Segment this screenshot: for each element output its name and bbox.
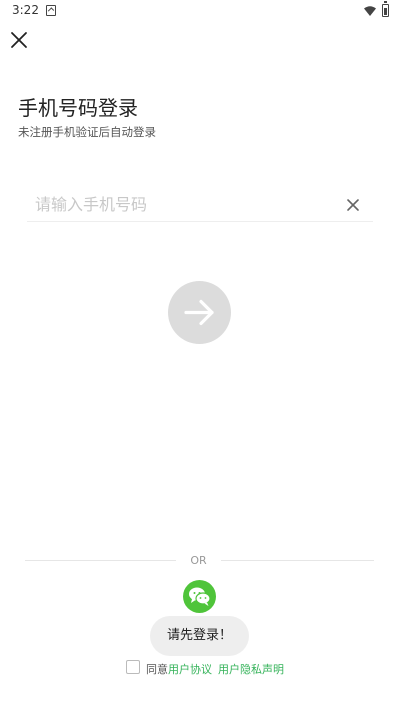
page-title: 手机号码登录 bbox=[18, 96, 138, 120]
agreement-prefix: 同意 bbox=[146, 663, 168, 676]
phone-input-row bbox=[27, 188, 373, 222]
clear-input-button[interactable] bbox=[345, 197, 361, 213]
wifi-icon bbox=[364, 6, 376, 16]
battery-icon bbox=[382, 1, 389, 17]
wechat-icon bbox=[189, 587, 211, 606]
arrow-right-icon bbox=[184, 299, 214, 326]
next-button[interactable] bbox=[168, 281, 231, 344]
close-button[interactable] bbox=[8, 29, 30, 51]
notification-icon bbox=[46, 5, 56, 16]
divider-text: OR bbox=[190, 554, 207, 567]
close-icon bbox=[11, 32, 27, 48]
phone-input[interactable] bbox=[35, 192, 325, 216]
status-bar: 3:22 bbox=[0, 0, 400, 22]
agreement-checkbox[interactable] bbox=[126, 660, 140, 674]
divider-line-left bbox=[25, 560, 176, 561]
page-subtitle: 未注册手机验证后自动登录 bbox=[18, 125, 156, 139]
status-time: 3:22 bbox=[12, 3, 39, 17]
user-agreement-link[interactable]: 用户协议 bbox=[168, 663, 212, 676]
toast-message: 请先登录！ bbox=[150, 616, 249, 656]
wechat-login-button[interactable] bbox=[183, 580, 216, 613]
agreement-text: 同意用户协议 用户隐私声明 bbox=[146, 661, 284, 677]
privacy-policy-link[interactable]: 用户隐私声明 bbox=[218, 663, 284, 676]
divider-line-right bbox=[221, 560, 374, 561]
clear-icon bbox=[347, 199, 359, 211]
